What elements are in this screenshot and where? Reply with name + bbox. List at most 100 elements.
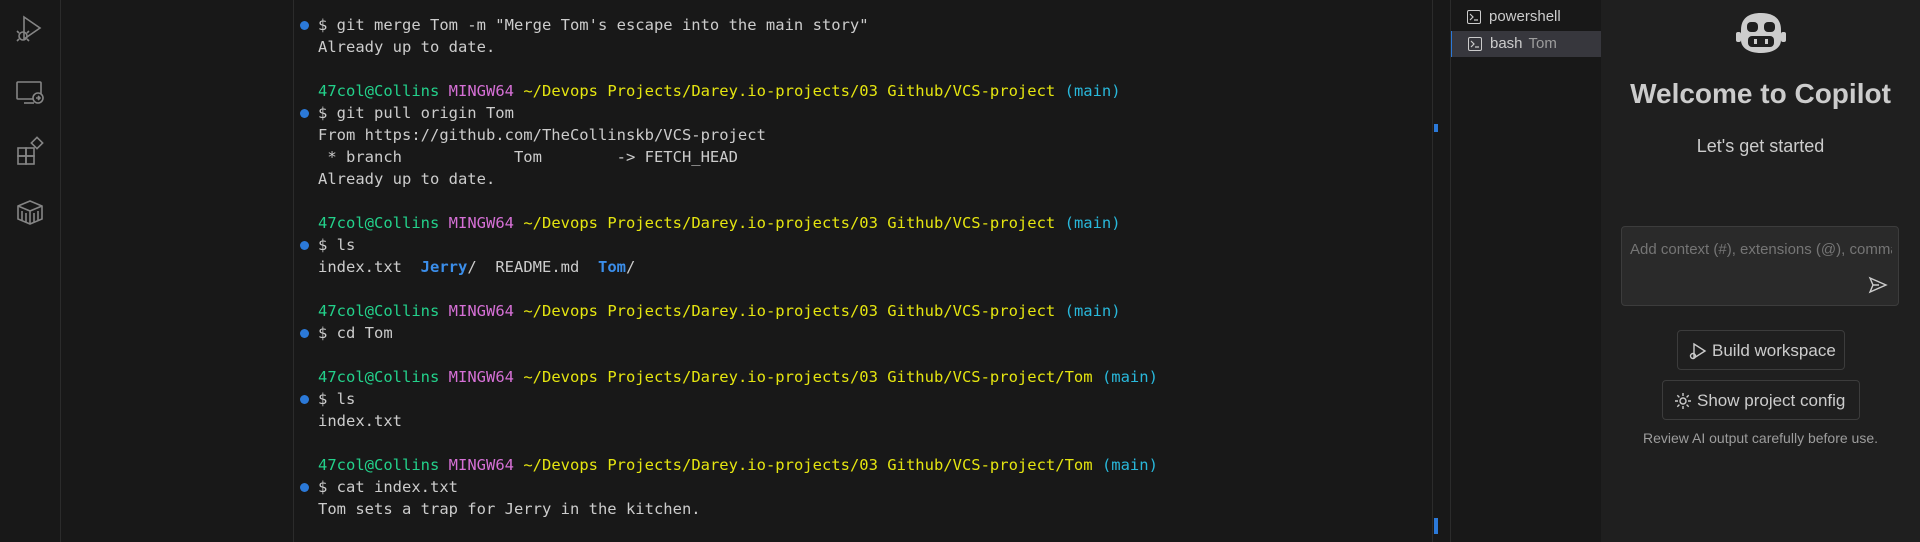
terminal-text: $ git pull origin Tom xyxy=(318,104,514,122)
chat-input-box[interactable] xyxy=(1621,226,1899,306)
terminal-text: ~/Devops Projects/Darey.io-projects/03 G… xyxy=(523,368,1093,386)
terminal-text: / README.md xyxy=(467,258,598,276)
terminal-text: ~/Devops Projects/Darey.io-projects/03 G… xyxy=(523,302,1056,320)
copilot-icon xyxy=(1736,13,1786,53)
terminal-icon xyxy=(1468,37,1482,51)
terminal-line: $ ls xyxy=(300,234,356,256)
terminal-tabs: powershell bash Tom xyxy=(1450,0,1602,542)
run-debug-icon xyxy=(1689,342,1707,360)
terminal-tab-powershell[interactable]: powershell xyxy=(1451,4,1601,30)
command-decoration-icon[interactable] xyxy=(300,109,309,118)
terminal-line: From https://github.com/TheCollinskb/VCS… xyxy=(318,124,766,146)
terminal-text: 47col@Collins xyxy=(318,214,440,232)
terminal-text: 47col@Collins xyxy=(318,368,440,386)
terminal-text: MINGW64 xyxy=(448,82,514,100)
terminal-text: 47col@Collins xyxy=(318,456,440,474)
terminal-text: MINGW64 xyxy=(448,368,514,386)
terminal-line: 47col@Collins MINGW64 ~/Devops Projects/… xyxy=(318,80,1121,102)
chat-input[interactable] xyxy=(1630,241,1892,258)
command-decoration-icon[interactable] xyxy=(300,21,309,30)
terminal-line: Already up to date. xyxy=(318,36,495,58)
terminal-text: ~/Devops Projects/Darey.io-projects/03 G… xyxy=(523,456,1093,474)
build-workspace-label: Build workspace xyxy=(1712,341,1836,360)
copilot-subtitle: Let's get started xyxy=(1696,136,1825,156)
terminal-line: index.txt xyxy=(318,410,402,432)
terminal-line: 47col@Collins MINGW64 ~/Devops Projects/… xyxy=(318,366,1158,388)
terminal-text: $ git merge Tom -m "Merge Tom's escape i… xyxy=(318,16,869,34)
terminal-text: 47col@Collins xyxy=(318,82,440,100)
show-project-config-button[interactable]: Show project config xyxy=(1662,380,1860,420)
terminal-line: Tom sets a trap for Jerry in the kitchen… xyxy=(318,498,701,520)
terminal-text: Already up to date. xyxy=(318,170,496,188)
terminal-text: / xyxy=(625,258,636,276)
run-debug-icon[interactable] xyxy=(14,12,46,44)
send-icon[interactable] xyxy=(1868,275,1888,295)
terminal-text: $ ls xyxy=(318,236,356,254)
terminal-text: ~/Devops Projects/Darey.io-projects/03 G… xyxy=(523,82,1056,100)
command-decoration-icon[interactable] xyxy=(300,483,309,492)
terminal-text: From https://github.com/TheCollinskb/VCS… xyxy=(318,126,766,144)
terminal-text: (main) xyxy=(1064,302,1121,320)
terminal-text: (main) xyxy=(1064,82,1121,100)
remote-explorer-icon[interactable] xyxy=(14,76,46,108)
terminal-text: (main) xyxy=(1064,214,1121,232)
terminal-line: $ cd Tom xyxy=(300,322,393,344)
activity-bar xyxy=(0,0,61,542)
terminal-tab-bash[interactable]: bash Tom xyxy=(1451,31,1602,57)
terminal-line: $ cat index.txt xyxy=(300,476,458,498)
terminal-icon xyxy=(1467,10,1481,24)
terminal-scrollbar[interactable] xyxy=(1432,0,1441,542)
copilot-title: Welcome to Copilot xyxy=(1630,78,1891,109)
terminal-text: Tom sets a trap for Jerry in the kitchen… xyxy=(318,500,701,518)
terminal-text: MINGW64 xyxy=(448,456,514,474)
terminal-text: $ cat index.txt xyxy=(318,478,458,496)
terminal-text: (main) xyxy=(1101,368,1158,386)
terminal-text: MINGW64 xyxy=(448,302,514,320)
terminal-output[interactable]: $ git merge Tom -m "Merge Tom's escape i… xyxy=(294,0,1434,542)
terminal-text: index.txt xyxy=(318,412,402,430)
terminal-line: $ git pull origin Tom xyxy=(300,102,514,124)
terminal-text: Jerry xyxy=(420,258,468,276)
command-decoration-icon[interactable] xyxy=(300,241,309,250)
command-decoration-icon[interactable] xyxy=(300,329,309,338)
show-project-config-label: Show project config xyxy=(1697,391,1846,410)
scroll-marker xyxy=(1434,518,1438,534)
terminal-line: Already up to date. xyxy=(318,168,495,190)
terminal-text: ~/Devops Projects/Darey.io-projects/03 G… xyxy=(523,214,1056,232)
terminal-line: $ ls xyxy=(300,388,355,410)
copilot-panel: Welcome to Copilot Let's get started Bui… xyxy=(1601,0,1920,542)
scroll-marker xyxy=(1434,124,1438,132)
terminal-text: * branch Tom -> FETCH_HEAD xyxy=(318,148,738,166)
terminal-text: Already up to date. xyxy=(318,38,496,56)
extensions-icon[interactable] xyxy=(14,136,46,168)
copilot-note: Review AI output carefully before use. xyxy=(1642,430,1879,446)
terminal-line: 47col@Collins MINGW64 ~/Devops Projects/… xyxy=(318,300,1121,322)
terminal-tab-label: bash xyxy=(1490,35,1523,52)
terminal-text: Tom xyxy=(597,258,626,276)
packages-icon[interactable] xyxy=(14,196,46,228)
terminal-text: 47col@Collins xyxy=(318,302,440,320)
terminal-tab-description: Tom xyxy=(1528,35,1557,52)
command-decoration-icon[interactable] xyxy=(300,395,309,404)
terminal-line: 47col@Collins MINGW64 ~/Devops Projects/… xyxy=(318,454,1158,476)
terminal-text: $ cd Tom xyxy=(318,324,393,342)
terminal-text: (main) xyxy=(1101,456,1158,474)
build-workspace-button[interactable]: Build workspace xyxy=(1677,330,1845,370)
terminal-text: MINGW64 xyxy=(448,214,514,232)
side-panel xyxy=(61,0,294,542)
